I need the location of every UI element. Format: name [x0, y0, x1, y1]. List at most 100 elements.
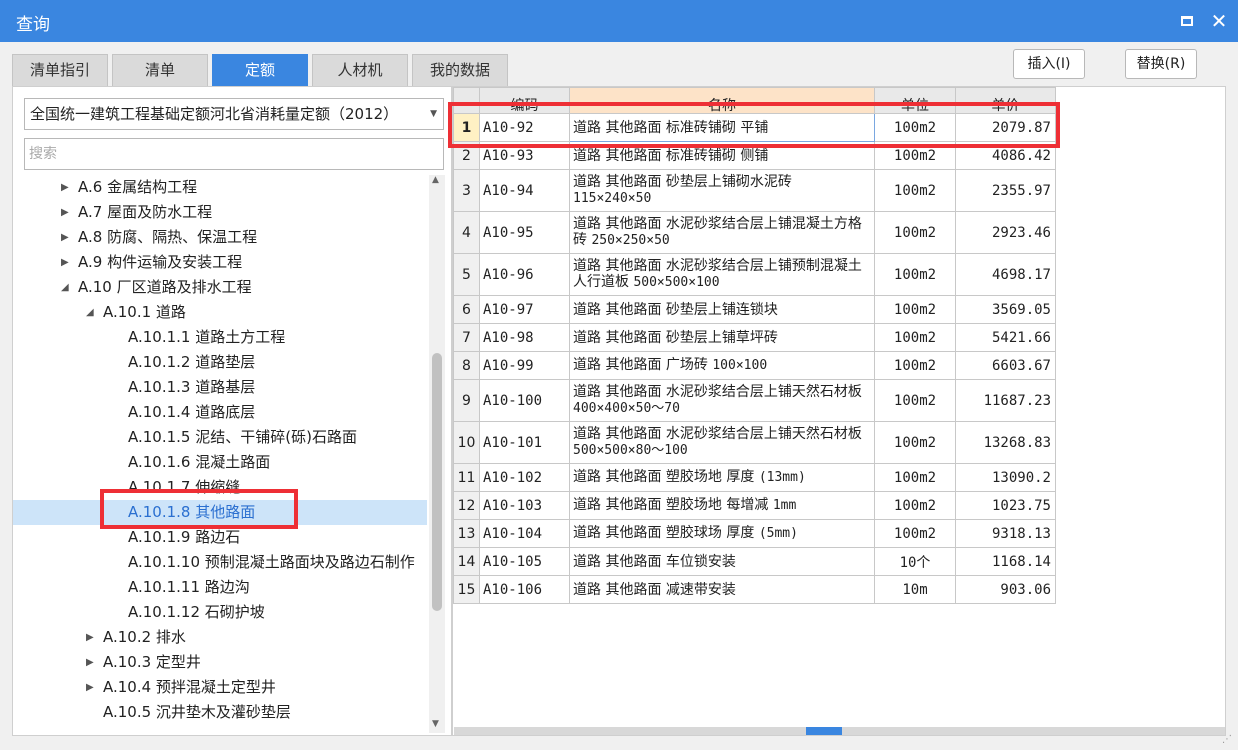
cell-code[interactable]: A10-95: [479, 211, 570, 254]
tree-item[interactable]: A.10.1.7 伸缩缝: [13, 475, 427, 500]
cell-name[interactable]: 道路 其他路面 塑胶球场 厚度 (5mm): [569, 519, 875, 548]
cell-code[interactable]: A10-100: [479, 379, 570, 422]
cell-unit[interactable]: 100m2: [874, 141, 956, 170]
row-index[interactable]: 8: [453, 351, 480, 380]
tree-item[interactable]: A.10.1.6 混凝土路面: [13, 450, 427, 475]
tree-item[interactable]: ▶ A.10.2 排水: [13, 625, 427, 650]
tree-item[interactable]: ◢ A.10 厂区道路及排水工程: [13, 275, 427, 300]
replace-button[interactable]: 替换(R): [1125, 49, 1197, 79]
header-unit[interactable]: 单位: [874, 87, 956, 114]
cell-price[interactable]: 903.06: [955, 575, 1056, 604]
cell-name[interactable]: 道路 其他路面 标准砖铺砌 侧铺: [569, 141, 875, 170]
header-code[interactable]: 编码: [479, 87, 570, 114]
tab-labor-material-machine[interactable]: 人材机: [312, 54, 408, 86]
cell-price[interactable]: 1168.14: [955, 547, 1056, 576]
row-index[interactable]: 2: [453, 141, 480, 170]
collapsed-arrow-icon[interactable]: ▶: [86, 650, 94, 675]
cell-name[interactable]: 道路 其他路面 塑胶场地 每增减 1mm: [569, 491, 875, 520]
tree-item[interactable]: ▶ A.7 屋面及防水工程: [13, 200, 427, 225]
cell-name[interactable]: 道路 其他路面 砂垫层上铺连锁块: [569, 295, 875, 324]
row-index[interactable]: 7: [453, 323, 480, 352]
cell-name[interactable]: 道路 其他路面 砂垫层上铺草坪砖: [569, 323, 875, 352]
cell-unit[interactable]: 100m2: [874, 491, 956, 520]
search-input[interactable]: 搜索: [24, 138, 444, 170]
cell-unit[interactable]: 100m2: [874, 351, 956, 380]
cell-price[interactable]: 2355.97: [955, 169, 1056, 212]
cell-price[interactable]: 1023.75: [955, 491, 1056, 520]
cell-price[interactable]: 3569.05: [955, 295, 1056, 324]
quota-library-dropdown[interactable]: 全国统一建筑工程基础定额河北省消耗量定额（2012） ▼: [24, 98, 444, 130]
cell-unit[interactable]: 100m2: [874, 323, 956, 352]
row-index[interactable]: 12: [453, 491, 480, 520]
row-index[interactable]: 6: [453, 295, 480, 324]
cell-name[interactable]: 道路 其他路面 车位锁安装: [569, 547, 875, 576]
row-index[interactable]: 11: [453, 463, 480, 492]
cell-code[interactable]: A10-98: [479, 323, 570, 352]
row-index[interactable]: 10: [453, 421, 480, 464]
cell-code[interactable]: A10-104: [479, 519, 570, 548]
collapsed-arrow-icon[interactable]: ▶: [61, 200, 69, 225]
maximize-icon[interactable]: [1176, 10, 1198, 32]
table-row[interactable]: 11 A10-102 道路 其他路面 塑胶场地 厚度 (13mm) 100m2 1309…: [453, 463, 1056, 492]
row-index[interactable]: 3: [453, 169, 480, 212]
collapsed-arrow-icon[interactable]: ▶: [61, 225, 69, 250]
cell-price[interactable]: 13090.2: [955, 463, 1056, 492]
cell-name[interactable]: 道路 其他路面 标准砖铺砌 平铺: [569, 113, 875, 142]
tree-item[interactable]: A.10.1.1 道路土方工程: [13, 325, 427, 350]
tree-item[interactable]: ▶ A.10.3 定型井: [13, 650, 427, 675]
table-row[interactable]: 8 A10-99 道路 其他路面 广场砖 100×100 100m2 6603.67: [453, 351, 1056, 380]
scrollbar-grip[interactable]: [806, 727, 842, 735]
table-row[interactable]: 10 A10-101 道路 其他路面 水泥砂浆结合层上铺天然石材板 500×500×…: [453, 421, 1056, 464]
cell-price[interactable]: 2079.87: [955, 113, 1056, 142]
tree-item[interactable]: A.10.1.11 路边沟: [13, 575, 427, 600]
table-row[interactable]: 5 A10-96 道路 其他路面 水泥砂浆结合层上铺预制混凝土人行道板 500×50…: [453, 253, 1056, 296]
cell-code[interactable]: A10-94: [479, 169, 570, 212]
cell-unit[interactable]: 100m2: [874, 295, 956, 324]
tree-item[interactable]: ▶ A.9 构件运输及安装工程: [13, 250, 427, 275]
scroll-down-icon[interactable]: ▼: [432, 719, 439, 729]
tree-item[interactable]: A.10.1.3 道路基层: [13, 375, 427, 400]
tree-item[interactable]: A.10.1.9 路边石: [13, 525, 427, 550]
cell-unit[interactable]: 10m: [874, 575, 956, 604]
table-row[interactable]: 1 A10-92 道路 其他路面 标准砖铺砌 平铺 100m2 2079.87: [453, 113, 1056, 142]
cell-price[interactable]: 2923.46: [955, 211, 1056, 254]
tree-item[interactable]: A.10.1.5 泥结、干铺碎(砾)石路面: [13, 425, 427, 450]
insert-button[interactable]: 插入(I): [1013, 49, 1085, 79]
tree-item[interactable]: ▶ A.6 金属结构工程: [13, 175, 427, 200]
tree-item[interactable]: A.10.1.12 石砌护坡: [13, 600, 427, 625]
cell-unit[interactable]: 100m2: [874, 253, 956, 296]
tree-item[interactable]: A.10.1.4 道路底层: [13, 400, 427, 425]
cell-unit[interactable]: 100m2: [874, 519, 956, 548]
cell-unit[interactable]: 100m2: [874, 421, 956, 464]
cell-unit[interactable]: 100m2: [874, 211, 956, 254]
row-index[interactable]: 13: [453, 519, 480, 548]
cell-name[interactable]: 道路 其他路面 广场砖 100×100: [569, 351, 875, 380]
table-row[interactable]: 12 A10-103 道路 其他路面 塑胶场地 每增减 1mm 100m2 1023.7…: [453, 491, 1056, 520]
expanded-arrow-icon[interactable]: ◢: [86, 300, 94, 325]
row-index[interactable]: 5: [453, 253, 480, 296]
cell-unit[interactable]: 100m2: [874, 379, 956, 422]
collapsed-arrow-icon[interactable]: ▶: [61, 250, 69, 275]
tab-my-data[interactable]: 我的数据: [412, 54, 508, 86]
table-row[interactable]: 2 A10-93 道路 其他路面 标准砖铺砌 侧铺 100m2 4086.42: [453, 141, 1056, 170]
cell-unit[interactable]: 100m2: [874, 463, 956, 492]
cell-price[interactable]: 6603.67: [955, 351, 1056, 380]
cell-unit[interactable]: 100m2: [874, 113, 956, 142]
table-horizontal-scrollbar[interactable]: [454, 727, 1225, 735]
tree-item[interactable]: A.10.1.2 道路垫层: [13, 350, 427, 375]
cell-code[interactable]: A10-102: [479, 463, 570, 492]
header-name[interactable]: 名称: [569, 87, 875, 114]
cell-code[interactable]: A10-96: [479, 253, 570, 296]
tree-item[interactable]: A.10.5 沉井垫木及灌砂垫层: [13, 700, 427, 725]
cell-code[interactable]: A10-106: [479, 575, 570, 604]
table-row[interactable]: 13 A10-104 道路 其他路面 塑胶球场 厚度 (5mm) 100m2 9318.…: [453, 519, 1056, 548]
collapsed-arrow-icon[interactable]: ▶: [86, 625, 94, 650]
cell-name[interactable]: 道路 其他路面 塑胶场地 厚度 (13mm): [569, 463, 875, 492]
header-price[interactable]: 单价: [955, 87, 1056, 114]
tab-quota[interactable]: 定额: [212, 54, 308, 86]
collapsed-arrow-icon[interactable]: ▶: [61, 175, 69, 200]
cell-code[interactable]: A10-105: [479, 547, 570, 576]
close-icon[interactable]: ✕: [1208, 10, 1230, 32]
cell-price[interactable]: 4698.17: [955, 253, 1056, 296]
cell-name[interactable]: 道路 其他路面 水泥砂浆结合层上铺天然石材板 500×500×80～100: [569, 421, 875, 464]
